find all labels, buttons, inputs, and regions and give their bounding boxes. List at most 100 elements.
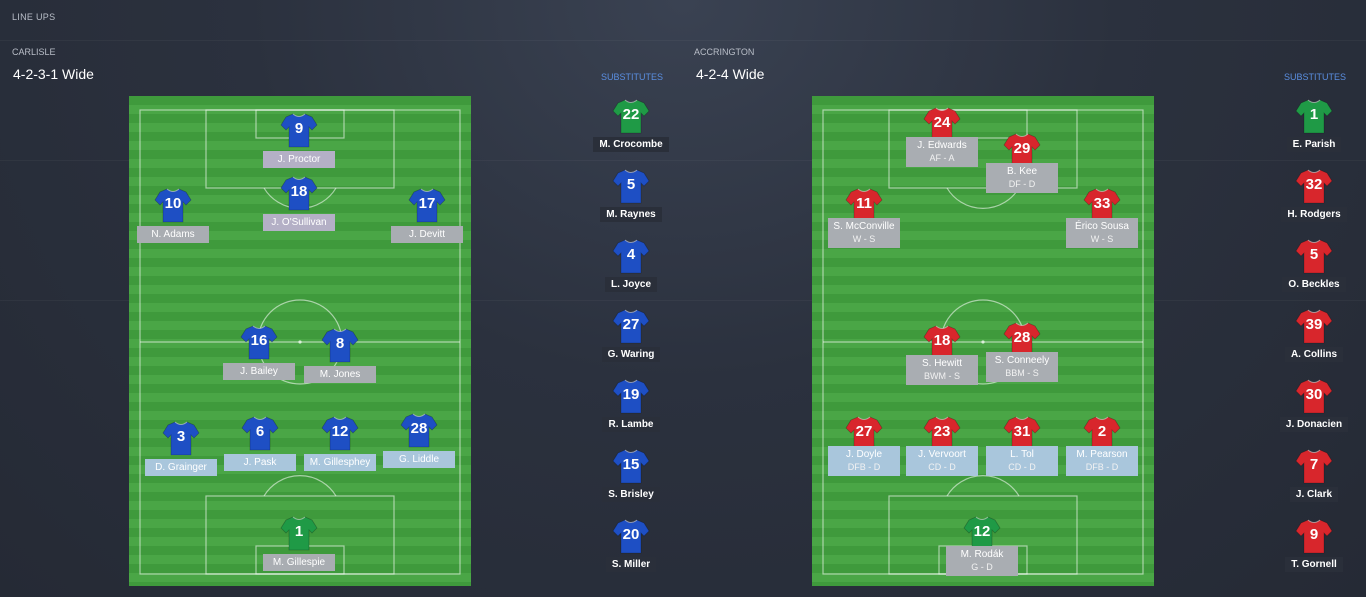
home-player[interactable]: 3 D. Grainger	[143, 419, 219, 476]
shirt-icon: 27	[612, 307, 650, 345]
away-substitute[interactable]: 5 O. Beckles	[1269, 237, 1359, 292]
shirt-icon: 10	[154, 186, 192, 224]
away-substitute[interactable]: 30 J. Donacien	[1269, 377, 1359, 432]
player-nametag: J. Pask	[224, 454, 296, 471]
shirt-icon: 3	[162, 419, 200, 457]
home-substitute[interactable]: 4 L. Joyce	[586, 237, 676, 292]
home-player[interactable]: 16 J. Bailey	[221, 323, 297, 380]
home-substitute[interactable]: 27 G. Waring	[586, 307, 676, 362]
away-player[interactable]: 27 J. Doyle DFB - D	[826, 414, 902, 476]
player-name: Érico Sousa	[1075, 221, 1129, 232]
player-name: J. O'Sullivan	[271, 217, 327, 228]
away-substitute[interactable]: 32 H. Rodgers	[1269, 167, 1359, 222]
substitute-name: A. Collins	[1284, 347, 1344, 362]
away-player[interactable]: 18 S. Hewitt BWM - S	[904, 323, 980, 385]
home-player[interactable]: 8 M. Jones	[302, 326, 378, 383]
shirt-number: 11	[856, 195, 872, 212]
away-player[interactable]: 33 Érico Sousa W - S	[1064, 186, 1140, 248]
player-name: M. Gillesphey	[309, 457, 371, 468]
away-player[interactable]: 2 M. Pearson DFB - D	[1064, 414, 1140, 476]
player-role: W - S	[852, 234, 876, 244]
shirt-number: 29	[1013, 140, 1031, 157]
shirt-number: 9	[294, 120, 304, 137]
away-player[interactable]: 11 S. McConville W - S	[826, 186, 902, 248]
shirt-number: 1	[1309, 106, 1319, 123]
home-player[interactable]: 9 J. Proctor	[261, 111, 337, 168]
shirt-icon: 12	[321, 414, 359, 452]
shirt-number: 3	[176, 428, 186, 445]
player-name: M. Jones	[319, 369, 361, 380]
shirt-number: 4	[626, 246, 636, 263]
shirt-number: 12	[331, 423, 349, 440]
player-nametag: J. O'Sullivan	[263, 214, 335, 231]
home-substitute[interactable]: 15 S. Brisley	[586, 447, 676, 502]
shirt-number: 16	[250, 332, 268, 349]
away-team-name: ACCRINGTON	[694, 47, 755, 57]
away-formation[interactable]: 4-2-4 Wide	[696, 66, 764, 82]
home-player[interactable]: 6 J. Pask	[222, 414, 298, 471]
shirt-number: 5	[626, 176, 636, 193]
away-substitute[interactable]: 7 J. Clark	[1269, 447, 1359, 502]
shirt-number: 22	[622, 106, 640, 123]
away-player[interactable]: 23 J. Vervoort CD - D	[904, 414, 980, 476]
shirt-icon: 5	[612, 167, 650, 205]
home-player[interactable]: 12 M. Gillesphey	[302, 414, 378, 471]
shirt-number: 18	[290, 183, 308, 200]
player-name: S. McConville	[833, 221, 895, 232]
player-name: N. Adams	[151, 229, 195, 240]
shirt-icon: 20	[612, 517, 650, 555]
home-player[interactable]: 28 G. Liddle	[381, 411, 457, 468]
home-substitute[interactable]: 5 M. Raynes	[586, 167, 676, 222]
shirt-number: 1	[294, 523, 304, 540]
home-substitute[interactable]: 20 S. Miller	[586, 517, 676, 572]
home-player[interactable]: 18 J. O'Sullivan	[261, 174, 337, 231]
player-nametag: M. Pearson DFB - D	[1066, 446, 1138, 476]
away-player[interactable]: 28 S. Conneely BBM - S	[984, 320, 1060, 382]
player-name: L. Tol	[1010, 449, 1034, 460]
shirt-icon: 32	[1295, 167, 1333, 205]
shirt-number: 28	[410, 420, 428, 437]
substitute-name: J. Donacien	[1279, 417, 1349, 432]
shirt-number: 33	[1093, 195, 1111, 212]
home-player[interactable]: 1 M. Gillespie	[261, 514, 337, 571]
away-player[interactable]: 29 B. Kee DF - D	[984, 131, 1060, 193]
substitute-name: G. Waring	[601, 347, 661, 362]
home-substitute[interactable]: 19 R. Lambe	[586, 377, 676, 432]
player-name: M. Pearson	[1076, 449, 1128, 460]
home-formation[interactable]: 4-2-3-1 Wide	[13, 66, 94, 82]
away-player[interactable]: 12 M. Rodák G - D	[944, 514, 1020, 576]
player-nametag: D. Grainger	[145, 459, 217, 476]
away-substitutes-label: SUBSTITUTES	[1283, 72, 1346, 82]
away-substitute[interactable]: 1 E. Parish	[1269, 97, 1359, 152]
home-player[interactable]: 17 J. Devitt	[389, 186, 465, 243]
shirt-number: 23	[933, 423, 951, 440]
player-nametag: Érico Sousa W - S	[1066, 218, 1138, 248]
player-nametag: J. Bailey	[223, 363, 295, 380]
player-name: J. Vervoort	[918, 449, 966, 460]
player-name: D. Grainger	[155, 462, 207, 473]
shirt-icon: 15	[612, 447, 650, 485]
substitute-name: M. Raynes	[600, 207, 662, 222]
player-name: J. Edwards	[917, 140, 967, 151]
player-name: M. Gillespie	[272, 557, 326, 568]
shirt-icon: 9	[1295, 517, 1333, 555]
shirt-icon: 39	[1295, 307, 1333, 345]
home-pitch	[129, 96, 471, 586]
away-substitute[interactable]: 39 A. Collins	[1269, 307, 1359, 362]
away-substitute[interactable]: 9 T. Gornell	[1269, 517, 1359, 572]
shirt-number: 20	[622, 526, 640, 543]
shirt-number: 12	[973, 523, 991, 540]
substitute-name: J. Clark	[1289, 487, 1339, 502]
away-player[interactable]: 31 L. Tol CD - D	[984, 414, 1060, 476]
away-player[interactable]: 24 J. Edwards AF - A	[904, 105, 980, 167]
substitute-name: L. Joyce	[604, 277, 658, 292]
player-role: DF - D	[1008, 179, 1036, 189]
home-substitute[interactable]: 22 M. Crocombe	[586, 97, 676, 152]
home-player[interactable]: 10 N. Adams	[135, 186, 211, 243]
shirt-number: 31	[1013, 423, 1031, 440]
substitute-name: E. Parish	[1286, 137, 1342, 152]
player-nametag: J. Devitt	[391, 226, 463, 243]
player-nametag: G. Liddle	[383, 451, 455, 468]
substitute-name: M. Crocombe	[593, 137, 669, 152]
shirt-number: 2	[1097, 423, 1107, 440]
